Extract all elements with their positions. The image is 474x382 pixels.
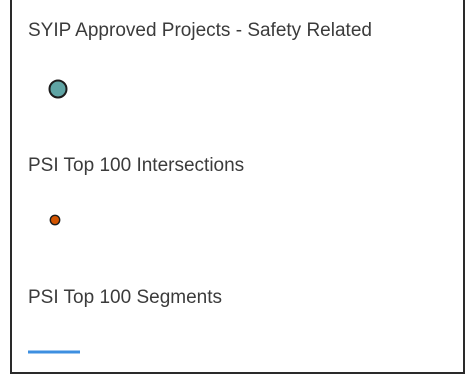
teal-circle-point-symbol-icon (48, 79, 68, 99)
legend-layer-title-syip-approved-projects: SYIP Approved Projects - Safety Related (28, 20, 372, 41)
map-legend-panel: SYIP Approved Projects - Safety Related … (10, 0, 465, 374)
legend-layer-title-psi-top-100-intersections: PSI Top 100 Intersections (28, 155, 245, 176)
orange-circle-point-symbol-icon (49, 214, 61, 226)
legend-layer-title-psi-top-100-segments: PSI Top 100 Segments (28, 287, 222, 308)
blue-line-symbol-icon (28, 350, 80, 354)
